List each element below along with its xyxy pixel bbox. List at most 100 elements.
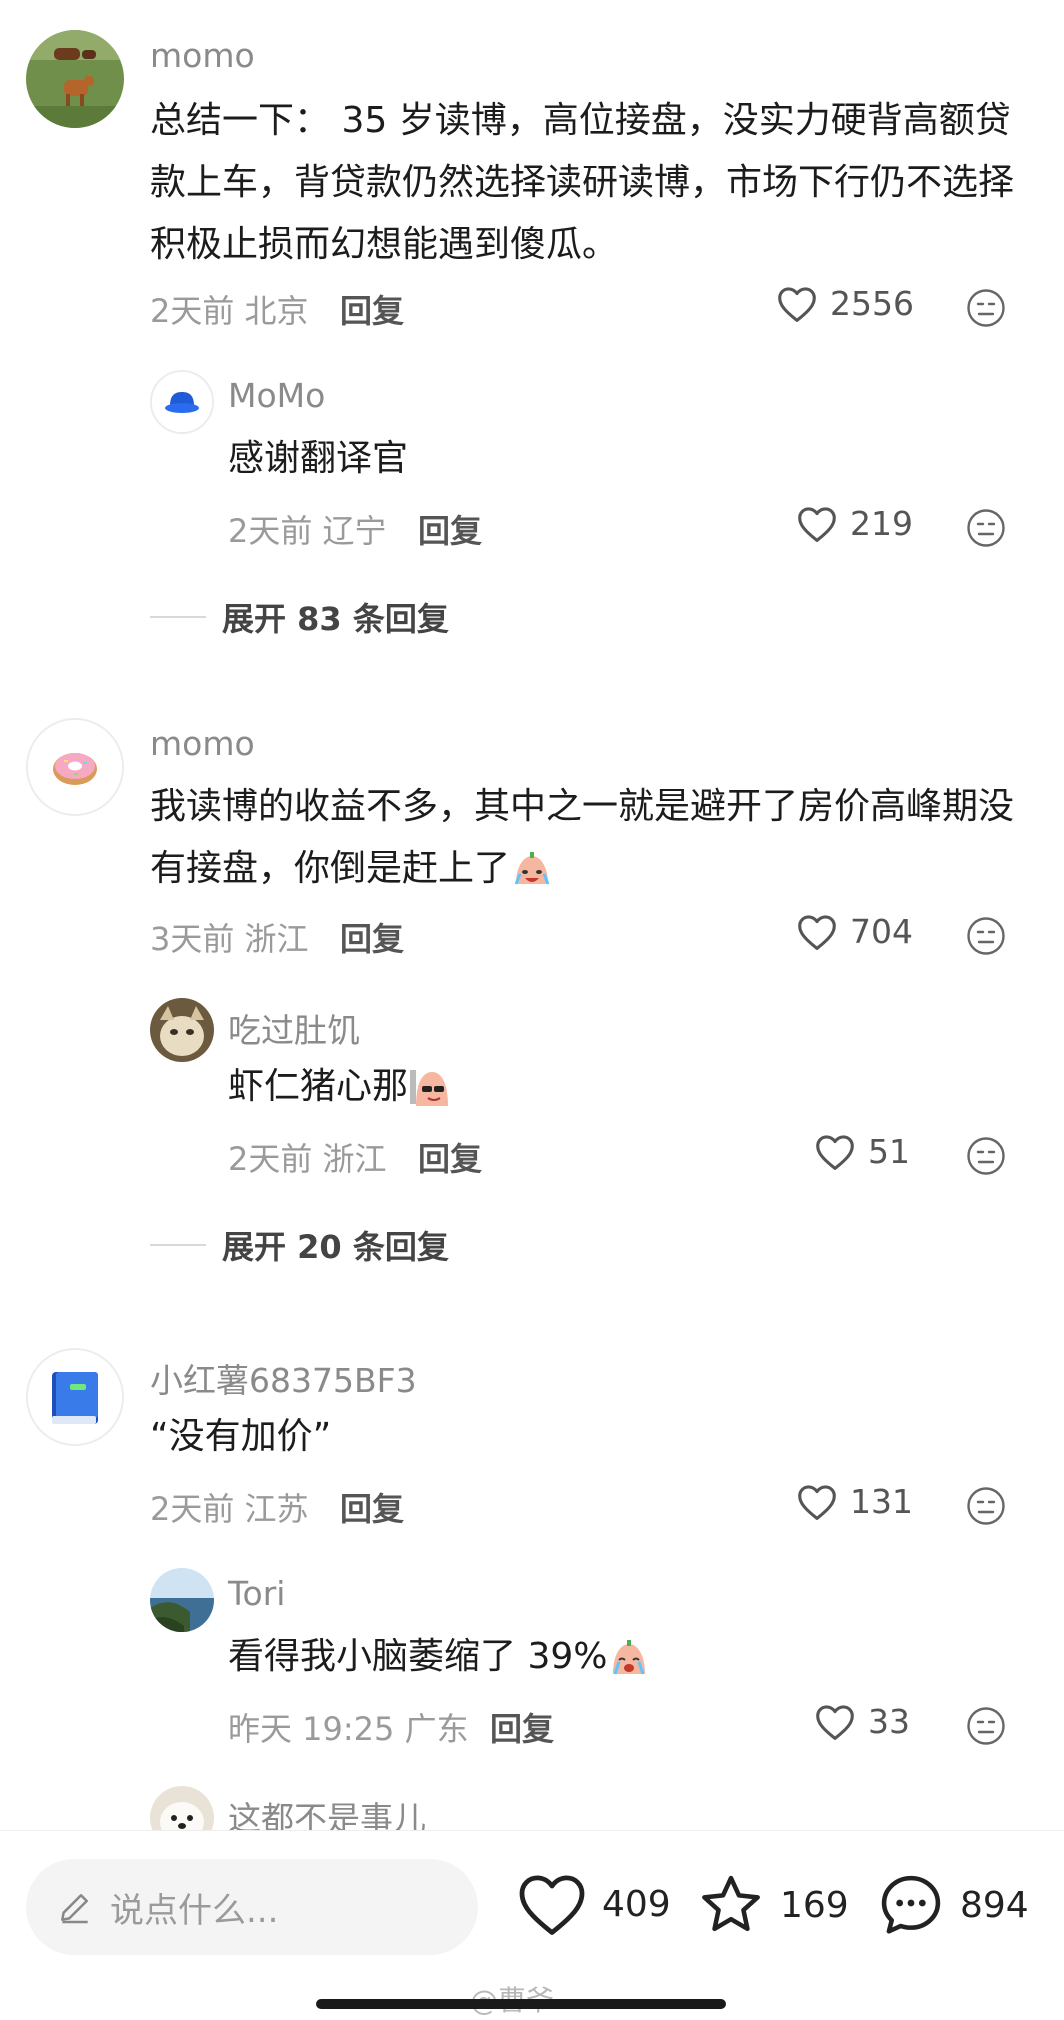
- avatar[interactable]: [150, 998, 214, 1062]
- expand-replies-button[interactable]: 展开 20 条回复: [150, 1222, 449, 1268]
- comment-time: 2天前: [150, 1490, 235, 1528]
- comment-location: 广东: [404, 1710, 469, 1748]
- like-button[interactable]: 704: [796, 912, 913, 951]
- pencil-icon: [61, 1894, 88, 1924]
- comment-time: 2天前: [150, 292, 235, 330]
- dislike-face-icon[interactable]: [966, 508, 1006, 548]
- heart-icon: [798, 506, 836, 542]
- comment-meta: 2天前 江苏: [150, 1484, 309, 1530]
- expand-replies-label: 展开 20 条回复: [222, 1228, 449, 1266]
- like-button[interactable]: 131: [796, 1482, 913, 1521]
- heart-icon: [778, 286, 816, 322]
- comment-meta: 2天前 浙江: [228, 1134, 387, 1180]
- comment-input[interactable]: 说点什么...: [26, 1859, 478, 1955]
- comment-input-placeholder: 说点什么...: [110, 1890, 279, 1931]
- username[interactable]: momo: [150, 724, 255, 763]
- username[interactable]: 吃过肚饥: [228, 1004, 360, 1052]
- comments-button[interactable]: 894: [876, 1871, 1029, 1939]
- comment-time: 2天前: [228, 512, 313, 550]
- avatar[interactable]: [26, 1348, 124, 1446]
- dislike-face-icon[interactable]: [966, 288, 1006, 328]
- comment-meta: 昨天 19:25 广东: [228, 1704, 469, 1750]
- reply-button[interactable]: 回复: [490, 1704, 554, 1750]
- comment-location: 江苏: [244, 1490, 309, 1528]
- avatar[interactable]: [150, 1568, 214, 1632]
- like-count: 219: [850, 504, 913, 543]
- reply-button[interactable]: 回复: [340, 1484, 404, 1530]
- comment-location: 浙江: [322, 1140, 387, 1178]
- home-indicator[interactable]: [316, 1999, 726, 2009]
- divider-line: [150, 1244, 206, 1246]
- like-count: 33: [868, 1702, 910, 1741]
- avatar[interactable]: [150, 370, 214, 434]
- comment-meta: 2天前 辽宁: [228, 506, 387, 552]
- like-count: 704: [850, 912, 913, 951]
- dislike-face-icon[interactable]: [966, 916, 1006, 956]
- heart-icon: [798, 1484, 836, 1520]
- comment-count: 894: [960, 1884, 1029, 1926]
- favorite-count: 169: [780, 1884, 849, 1926]
- username[interactable]: Tori: [228, 1574, 285, 1613]
- like-post-button[interactable]: 409: [516, 1871, 671, 1937]
- heart-icon: [816, 1704, 854, 1740]
- username[interactable]: MoMo: [228, 376, 325, 415]
- comment-text: 虾仁猪心那: [228, 1056, 1008, 1118]
- like-button[interactable]: 51: [814, 1132, 910, 1171]
- comment-location: 浙江: [244, 920, 309, 958]
- star-icon: [702, 1875, 760, 1932]
- puppy-avatar: [150, 1786, 214, 1830]
- reply-button[interactable]: 回复: [418, 1134, 482, 1180]
- like-button[interactable]: 2556: [776, 284, 914, 323]
- cows-in-field-avatar: [26, 30, 124, 128]
- comment-text: “没有加价”: [150, 1416, 332, 1457]
- comment-feed[interactable]: momo 总结一下： 35 岁读博，高位接盘，没实力硬背高额贷款上车，背贷款仍然…: [0, 0, 1064, 1830]
- reply-button[interactable]: 回复: [418, 506, 482, 552]
- expand-replies-button[interactable]: 展开 83 条回复: [150, 594, 449, 640]
- comment-location: 北京: [244, 292, 309, 330]
- bottom-action-bar: 说点什么... 409 169 894 @曹爷: [0, 1830, 1064, 2020]
- dislike-face-icon[interactable]: [966, 1706, 1006, 1746]
- comment-time: 2天前: [228, 1140, 313, 1178]
- crying-laugh-emoji: [514, 852, 550, 885]
- comment-time: 昨天 19:25: [228, 1710, 395, 1748]
- post-like-count: 409: [602, 1883, 671, 1925]
- heart-icon: [816, 1134, 854, 1170]
- comment-text-body: 虾仁猪心那: [228, 1066, 409, 1107]
- avatar[interactable]: [26, 30, 124, 128]
- comment-text: 总结一下： 35 岁读博，高位接盘，没实力硬背高额贷款上车，背贷款仍然选择读研读…: [150, 100, 1015, 265]
- donut-avatar: [28, 720, 122, 814]
- avatar[interactable]: [150, 1786, 214, 1830]
- like-count: 51: [868, 1132, 910, 1171]
- username[interactable]: 小红薯68375BF3: [150, 1354, 417, 1402]
- like-button[interactable]: 219: [796, 504, 913, 543]
- sunglasses-emoji: [410, 1070, 449, 1106]
- username[interactable]: momo: [150, 36, 255, 75]
- comment-meta: 3天前 浙江: [150, 914, 309, 960]
- cat-avatar: [150, 998, 214, 1062]
- comment-text-body: 我读博的收益不多，其中之一就是避开了房价高峰期没有接盘，你倒是赶上了: [150, 786, 1015, 889]
- comment-text: 感谢翻译官: [228, 438, 409, 479]
- crying-emoji: [613, 1640, 646, 1675]
- heart-icon: [519, 1875, 585, 1935]
- avatar[interactable]: [26, 718, 124, 816]
- reply-button[interactable]: 回复: [340, 914, 404, 960]
- like-count: 131: [850, 1482, 913, 1521]
- comment-bubble-icon: [881, 1875, 941, 1934]
- like-count: 2556: [830, 284, 914, 323]
- username[interactable]: 这都不是事儿: [228, 1792, 426, 1830]
- comment-location: 辽宁: [322, 512, 387, 550]
- heart-icon: [798, 914, 836, 950]
- comment-time: 3天前: [150, 920, 235, 958]
- blue-bucket-hat-avatar: [152, 372, 212, 432]
- comment-text: 我读博的收益不多，其中之一就是避开了房价高峰期没有接盘，你倒是赶上了: [150, 776, 1030, 900]
- dislike-face-icon[interactable]: [966, 1486, 1006, 1526]
- like-button[interactable]: 33: [814, 1702, 910, 1741]
- reply-button[interactable]: 回复: [340, 286, 404, 332]
- coast-avatar: [150, 1568, 214, 1632]
- dislike-face-icon[interactable]: [966, 1136, 1006, 1176]
- expand-replies-label: 展开 83 条回复: [222, 600, 449, 638]
- comment-text: 看得我小脑萎缩了 39%: [228, 1626, 1008, 1688]
- favorite-button[interactable]: 169: [696, 1871, 849, 1939]
- blue-book-avatar: [28, 1350, 122, 1444]
- comment-text-body: 看得我小脑萎缩了 39%: [228, 1636, 608, 1677]
